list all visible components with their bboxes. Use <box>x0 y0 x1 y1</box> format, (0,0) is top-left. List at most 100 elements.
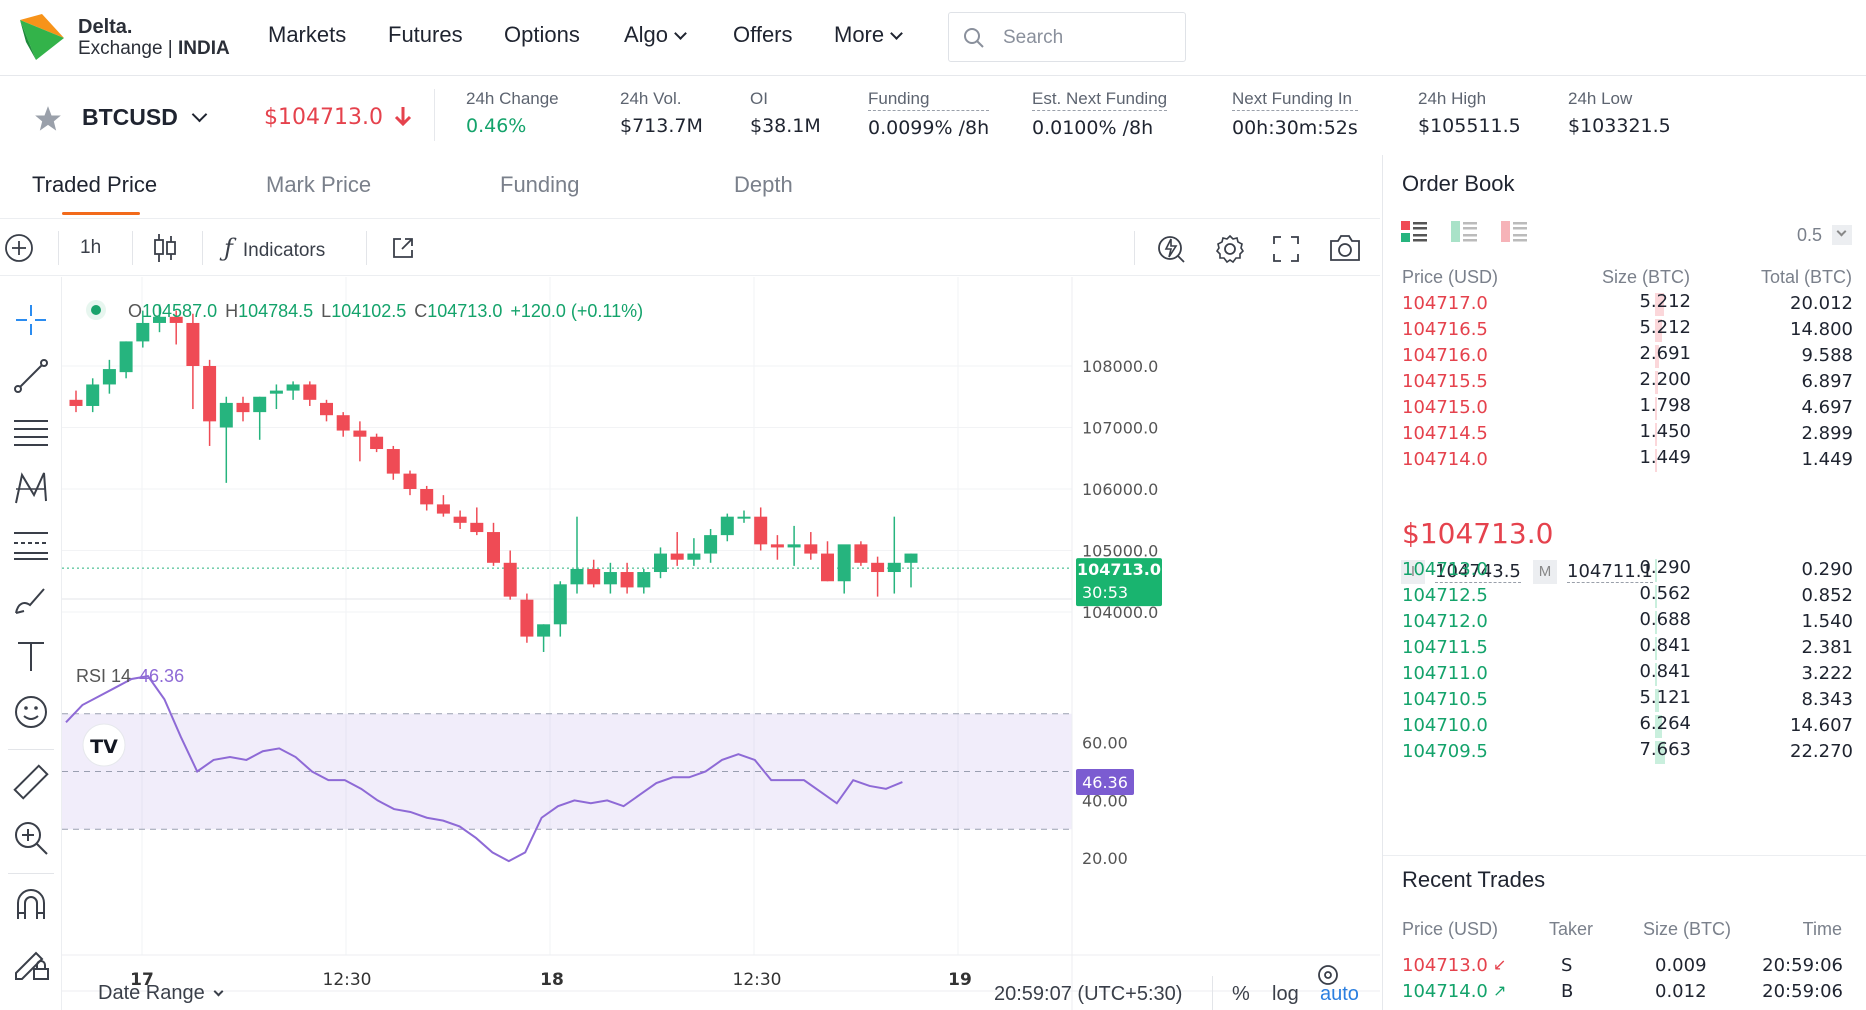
row-price: 104714.0 <box>1402 449 1488 470</box>
horizontal-lines-icon[interactable] <box>10 411 52 453</box>
candle <box>720 513 734 542</box>
brand-logo[interactable]: Delta. Exchange | INDIA <box>16 12 246 64</box>
price-chart[interactable]: 108000.0107000.0106000.0105000.0104000.0… <box>62 277 1380 1010</box>
trend-line-icon[interactable] <box>10 355 52 397</box>
candle-body <box>854 544 868 563</box>
bid-row[interactable]: 104709.5 7.663 22.270 <box>1383 737 1866 768</box>
nav-options[interactable]: Options <box>504 22 580 48</box>
price-tick: 106000.0 <box>1082 480 1158 499</box>
symbol-selector[interactable]: BTCUSD <box>82 104 208 131</box>
stat-next-funding-in[interactable]: Next Funding In 00h:30m:52s <box>1232 89 1358 139</box>
add-symbol-icon[interactable] <box>4 233 34 263</box>
ticker-divider <box>434 89 435 141</box>
ob-header-size: Size (BTC) <box>1601 267 1690 287</box>
candle <box>336 412 350 437</box>
candle-body <box>603 572 617 585</box>
chevron-down-icon <box>674 27 687 40</box>
recent-trades-title: Recent Trades <box>1402 867 1546 892</box>
date-range-button[interactable]: Date Range <box>98 982 224 1005</box>
emoji-icon[interactable] <box>10 691 52 733</box>
candle <box>503 550 517 600</box>
footer-divider <box>1212 976 1213 1010</box>
ask-row[interactable]: 104714.0 1.449 1.449 <box>1383 445 1866 476</box>
nav-algo[interactable]: Algo <box>624 22 687 48</box>
candle-body <box>887 562 901 573</box>
view-bids-icon[interactable] <box>1451 221 1477 243</box>
candle <box>537 624 551 652</box>
ruler-icon[interactable] <box>10 761 52 803</box>
candle-body <box>336 415 350 431</box>
candle-body <box>487 532 500 563</box>
alert-icon[interactable] <box>1156 233 1188 265</box>
candle-body <box>269 390 283 394</box>
clock-readout[interactable]: 20:59:07 (UTC+5:30) <box>994 983 1182 1006</box>
trade-time: 20:59:06 <box>1762 955 1843 976</box>
text-tool-icon[interactable] <box>10 635 52 677</box>
pattern-icon[interactable] <box>10 467 52 509</box>
star-icon[interactable] <box>34 105 62 133</box>
indicators-button[interactable]: ƒ Indicators <box>224 229 325 267</box>
row-total: 2.899 <box>1801 423 1853 444</box>
nav-more[interactable]: More <box>834 22 903 48</box>
search-box[interactable] <box>948 12 1186 62</box>
auto-scale-toggle[interactable]: auto <box>1320 983 1359 1006</box>
candle <box>370 433 384 453</box>
fullscreen-icon[interactable] <box>1272 235 1300 263</box>
nav-offers[interactable]: Offers <box>733 22 793 48</box>
axis-settings-icon[interactable] <box>1318 965 1338 985</box>
interval-selector[interactable]: 1h <box>80 229 101 267</box>
stat-est-next-funding[interactable]: Est. Next Funding 0.0100% /8h <box>1032 89 1168 139</box>
percent-scale-toggle[interactable]: % <box>1232 983 1250 1006</box>
candle <box>253 396 267 440</box>
candle-body <box>303 384 317 400</box>
candle <box>269 384 283 410</box>
stat-open-interest: OI $38.1M <box>750 89 821 137</box>
candle <box>637 568 651 594</box>
chevron-down-icon <box>191 106 208 123</box>
ticker-bar: BTCUSD $104713.0 24h Change 0.46% 24h Vol… <box>0 77 1866 155</box>
nav-markets[interactable]: Markets <box>268 22 346 48</box>
price-tick: 108000.0 <box>1082 357 1158 376</box>
log-scale-toggle[interactable]: log <box>1272 983 1299 1006</box>
stat-funding[interactable]: Funding 0.0099% /8h <box>868 89 990 139</box>
fib-retracement-icon[interactable] <box>10 523 52 565</box>
magnet-icon[interactable] <box>10 885 52 927</box>
rsi-legend: RSI 14 46.36 <box>76 666 184 686</box>
candle-type-icon[interactable] <box>152 231 178 265</box>
candle-body <box>670 553 684 560</box>
time-tick: 19 <box>948 970 972 990</box>
gear-icon[interactable] <box>1214 233 1246 265</box>
current-price-countdown: 30:53 <box>1082 583 1128 602</box>
tradingview-logo[interactable]: TV <box>82 723 126 767</box>
tab-traded-price[interactable]: Traded Price <box>32 172 157 198</box>
candle-body <box>704 535 718 554</box>
brush-icon[interactable] <box>10 579 52 621</box>
nav-futures[interactable]: Futures <box>388 22 463 48</box>
toolbar-divider <box>366 231 367 265</box>
view-asks-icon[interactable] <box>1501 221 1527 243</box>
tab-depth[interactable]: Depth <box>734 172 793 198</box>
camera-icon[interactable] <box>1328 233 1362 263</box>
candle-body <box>370 436 384 450</box>
candle <box>520 593 534 643</box>
crosshair-icon[interactable] <box>10 299 52 341</box>
search-input[interactable] <box>1003 24 1173 52</box>
popout-icon[interactable] <box>390 235 416 261</box>
row-size: 5.212 <box>1639 317 1691 338</box>
trade-taker: B <box>1561 981 1574 1002</box>
candle-body <box>503 562 517 597</box>
arrow-down-icon <box>394 107 412 127</box>
ohlc-legend: O104587.0 H104784.5 L104102.5 C104713.0 +120… <box>76 300 643 686</box>
tab-funding[interactable]: Funding <box>500 172 580 198</box>
candle-body <box>654 553 667 573</box>
tab-mark-price[interactable]: Mark Price <box>266 172 371 198</box>
tick-size-selector[interactable]: 0.5 <box>1797 221 1853 246</box>
row-price: 104712.0 <box>1402 611 1488 632</box>
trade-price: 104714.0 <box>1402 981 1488 1002</box>
candle-body <box>186 322 200 366</box>
last-price: $104713.0 <box>264 102 412 130</box>
lock-drawings-icon[interactable] <box>10 941 52 983</box>
zoom-in-icon[interactable] <box>10 817 52 859</box>
view-both-icon[interactable] <box>1401 221 1427 243</box>
candle <box>804 532 818 560</box>
